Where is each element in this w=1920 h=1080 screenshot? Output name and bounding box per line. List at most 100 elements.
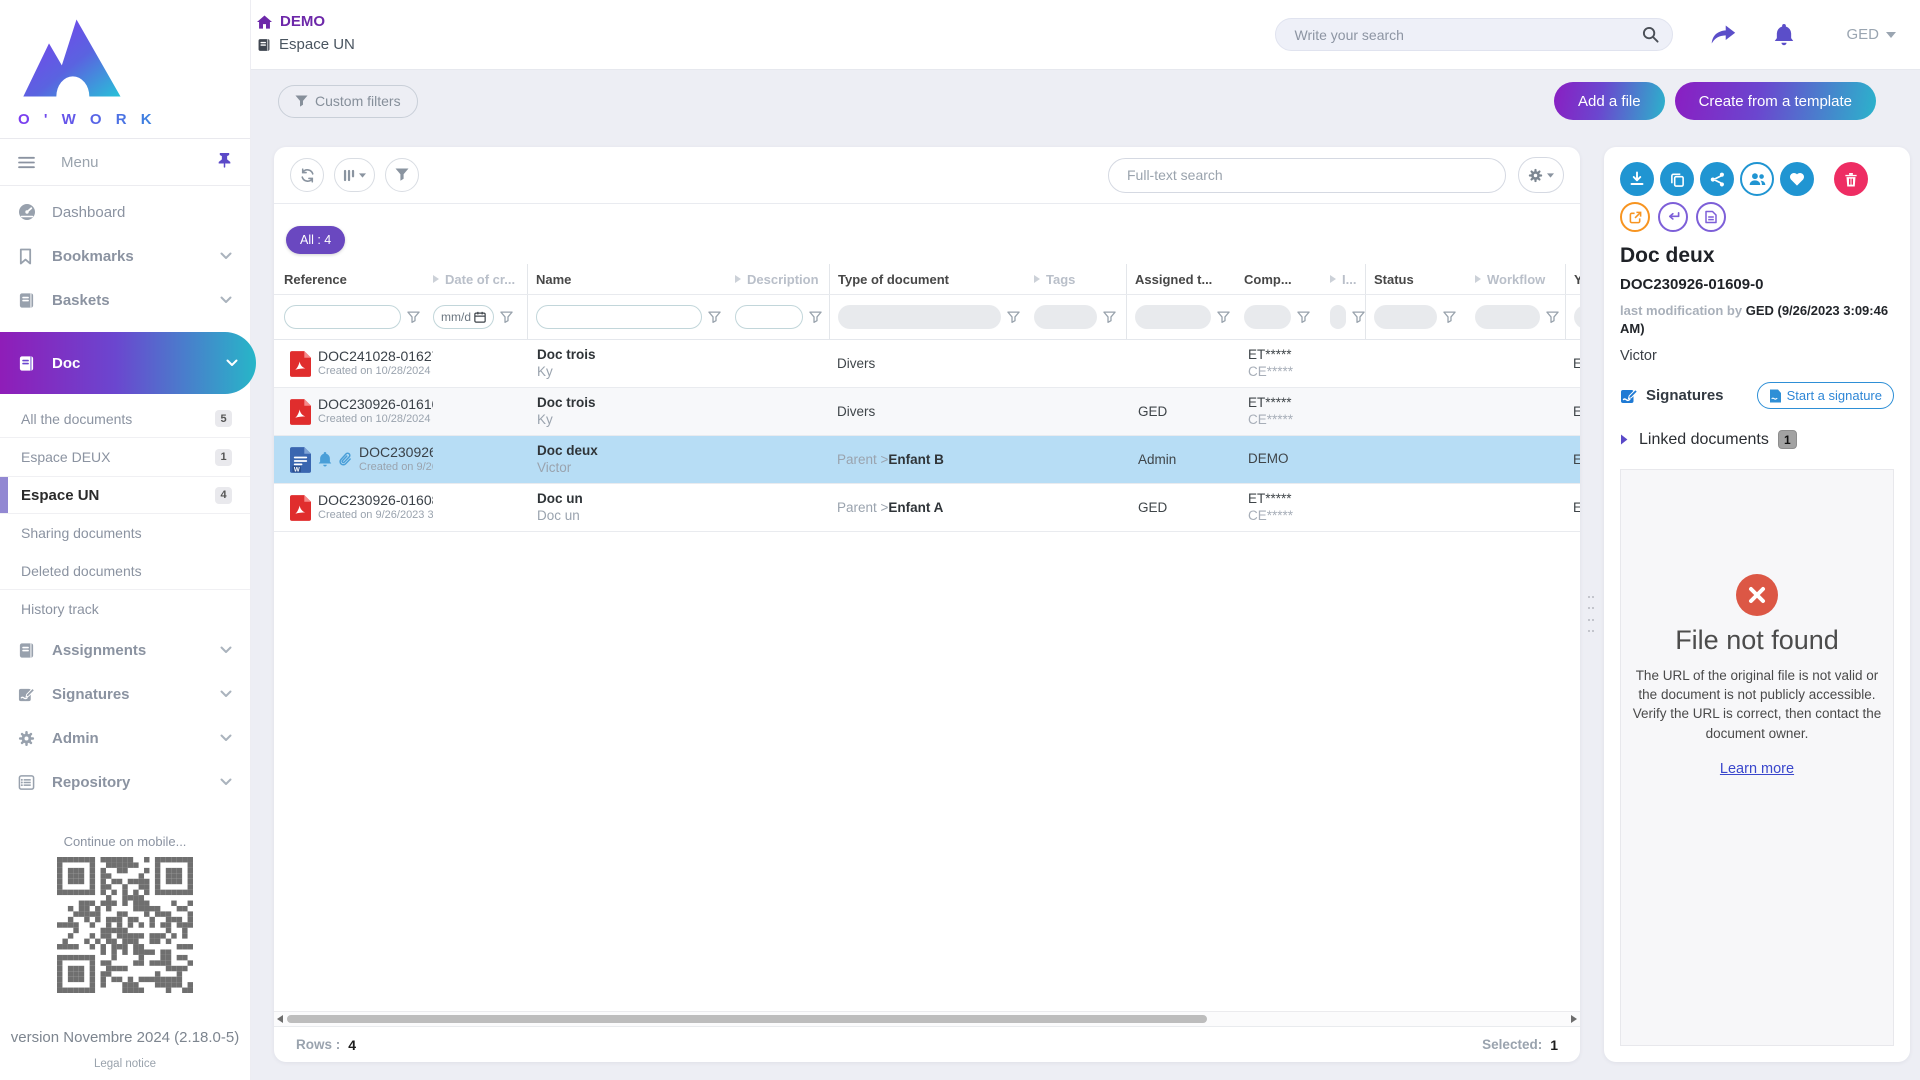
filter-funnel-icon[interactable] xyxy=(1443,311,1456,324)
panel-resize-handle[interactable] xyxy=(1588,596,1596,632)
add-file-button[interactable]: Add a file xyxy=(1554,82,1665,120)
filter-funnel-icon[interactable] xyxy=(1352,311,1365,324)
subitem-label: Espace DEUX xyxy=(21,449,110,465)
download-button[interactable] xyxy=(1620,162,1654,196)
pin-sidebar-icon[interactable] xyxy=(217,152,232,173)
users-button[interactable] xyxy=(1740,162,1774,196)
column-header-status[interactable]: Status xyxy=(1365,264,1475,294)
sidebar-subitem[interactable]: History track xyxy=(0,590,250,628)
start-signature-button[interactable]: Start a signature xyxy=(1757,382,1894,409)
open-external-button[interactable] xyxy=(1620,202,1650,232)
filter-funnel-icon[interactable] xyxy=(809,311,822,324)
detail-actions-secondary xyxy=(1620,202,1894,232)
sidebar-item-repository[interactable]: Repository xyxy=(0,760,250,804)
sidebar-item-baskets[interactable]: Baskets xyxy=(0,278,250,322)
table-footer: Rows : 4 Selected: 1 xyxy=(274,1026,1580,1062)
space-book-icon xyxy=(257,38,271,52)
duplicate-button[interactable] xyxy=(1660,162,1694,196)
cell-date xyxy=(433,340,535,387)
horizontal-scrollbar[interactable] xyxy=(274,1011,1580,1026)
sidebar-item-bookmarks[interactable]: Bookmarks xyxy=(0,234,250,278)
filter-funnel-icon[interactable] xyxy=(708,311,721,324)
column-filter-workflow xyxy=(1475,295,1573,339)
table-body: DOC241028-01627-0Created on 10/28/2024 1… xyxy=(274,340,1580,532)
filter-input-reference[interactable] xyxy=(284,305,401,329)
favorite-button[interactable] xyxy=(1780,162,1814,196)
column-header-name[interactable]: Name xyxy=(527,264,735,294)
column-header-tags[interactable]: Tags xyxy=(1034,264,1134,294)
column-header-description[interactable]: Description xyxy=(735,264,837,294)
sidebar-subitem[interactable]: Espace UN4 xyxy=(0,476,250,514)
expand-column-icon[interactable] xyxy=(1475,275,1481,283)
table-row[interactable]: DOC230926-01608-0Created on 9/26/2023 3:… xyxy=(274,484,1580,532)
user-menu[interactable]: GED xyxy=(1846,26,1896,43)
legal-notice-link[interactable]: Legal notice xyxy=(0,1058,250,1070)
column-header-reference[interactable]: Reference xyxy=(284,264,433,294)
column-header-company[interactable]: Comp... xyxy=(1244,264,1330,294)
column-header-assigned[interactable]: Assigned t... xyxy=(1126,264,1244,294)
documents-table-card: All : 4 ReferenceDate of cr...NameDescri… xyxy=(274,147,1580,1062)
table-settings-button[interactable] xyxy=(1518,157,1564,193)
column-header-date[interactable]: Date of cr... xyxy=(433,264,535,294)
sidebar-subitem[interactable]: Sharing documents xyxy=(0,514,250,552)
filter-input-name[interactable] xyxy=(536,305,702,329)
sidebar-item-dashboard[interactable]: Dashboard xyxy=(0,190,250,234)
fulltext-search-input[interactable] xyxy=(1108,158,1506,193)
sidebar-item-doc[interactable]: Doc xyxy=(0,332,256,394)
cell-y: E xyxy=(1573,436,1580,483)
column-filter-tags xyxy=(1034,295,1134,339)
calendar-icon[interactable] xyxy=(474,311,486,323)
column-header-workflow[interactable]: Workflow xyxy=(1475,264,1573,294)
sidebar-item-assignments[interactable]: Assignments xyxy=(0,628,250,672)
notifications-bell-icon[interactable] xyxy=(1774,24,1794,46)
share-button[interactable] xyxy=(1700,162,1734,196)
sidebar-item-label: Doc xyxy=(52,355,80,372)
refresh-button[interactable] xyxy=(290,158,324,192)
filter-funnel-icon[interactable] xyxy=(1103,311,1116,324)
filter-funnel-icon[interactable] xyxy=(1007,311,1020,324)
expand-column-icon[interactable] xyxy=(433,275,439,283)
create-from-template-button[interactable]: Create from a template xyxy=(1675,82,1876,120)
table-row[interactable]: WDOC230926-01609-0Created on 9/26/2023 3… xyxy=(274,436,1580,484)
scroll-left-icon[interactable] xyxy=(277,1015,283,1023)
hamburger-icon[interactable] xyxy=(18,156,35,169)
expand-column-icon[interactable] xyxy=(1034,275,1040,283)
sidebar-item-signatures[interactable]: Signatures xyxy=(0,672,250,716)
expand-column-icon[interactable] xyxy=(735,275,741,283)
delete-button[interactable] xyxy=(1834,162,1868,196)
filter-funnel-icon[interactable] xyxy=(407,311,420,324)
filter-funnel-icon[interactable] xyxy=(1546,311,1559,324)
filter-date-date[interactable]: mm/d xyxy=(433,305,494,329)
search-icon[interactable] xyxy=(1642,26,1659,48)
cell-i xyxy=(1330,388,1373,435)
return-button[interactable] xyxy=(1658,202,1688,232)
table-row[interactable]: DOC230926-01610-3Created on 10/28/2024 1… xyxy=(274,388,1580,436)
table-header-row: ReferenceDate of cr...NameDescriptionTyp… xyxy=(274,264,1580,295)
column-header-type[interactable]: Type of document xyxy=(829,264,1034,294)
share-forward-icon[interactable] xyxy=(1711,25,1736,45)
scrollbar-thumb[interactable] xyxy=(287,1015,1207,1023)
global-search-input[interactable] xyxy=(1275,18,1673,51)
filter-input-description[interactable] xyxy=(735,305,803,329)
bell-icon xyxy=(318,452,332,467)
table-filter-button[interactable] xyxy=(385,158,419,192)
column-header-y[interactable]: Y... xyxy=(1565,264,1580,294)
preview-document-button[interactable] xyxy=(1696,202,1726,232)
sidebar-subitem[interactable]: All the documents5 xyxy=(0,400,250,438)
scroll-right-icon[interactable] xyxy=(1571,1015,1577,1023)
expand-column-icon[interactable] xyxy=(1330,275,1336,283)
heart-icon xyxy=(1789,172,1805,186)
learn-more-link[interactable]: Learn more xyxy=(1720,761,1794,777)
table-row[interactable]: DOC241028-01627-0Created on 10/28/2024 1… xyxy=(274,340,1580,388)
sidebar-item-admin[interactable]: Admin xyxy=(0,716,250,760)
filter-funnel-icon[interactable] xyxy=(1297,311,1310,324)
sidebar-subitem[interactable]: Deleted documents xyxy=(0,552,250,590)
sidebar-subitem[interactable]: Espace DEUX1 xyxy=(0,438,250,476)
workspace-link[interactable]: DEMO xyxy=(280,13,325,30)
filter-funnel-icon[interactable] xyxy=(500,311,513,324)
columns-button[interactable] xyxy=(334,158,375,192)
custom-filters-button[interactable]: Custom filters xyxy=(278,85,418,118)
linked-documents-toggle[interactable]: Linked documents 1 xyxy=(1620,430,1894,449)
tab-all[interactable]: All : 4 xyxy=(286,226,345,254)
filter-funnel-icon[interactable] xyxy=(1217,311,1230,324)
